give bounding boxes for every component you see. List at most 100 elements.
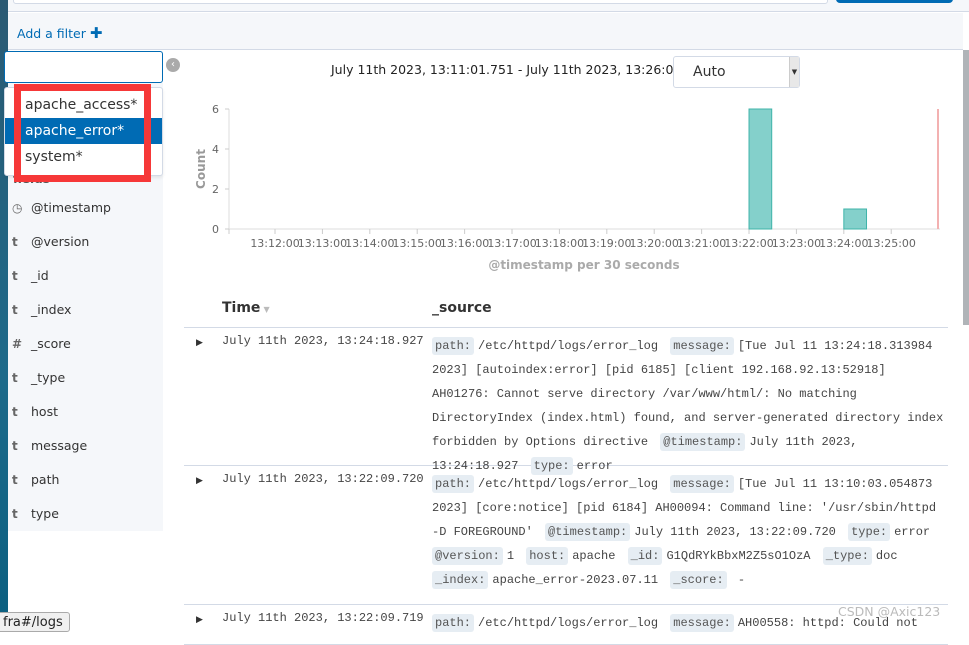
x-tick-label: 13:23:00 bbox=[772, 237, 821, 250]
histogram-chart[interactable]: 024613:12:0013:13:0013:14:0013:15:0013:1… bbox=[180, 95, 960, 275]
source-field-value: apache_error-2023.07.11 bbox=[492, 573, 659, 587]
field-name: host bbox=[31, 404, 58, 419]
field-name: _index bbox=[31, 302, 72, 317]
url-status-tooltip: fra#/logs bbox=[0, 612, 70, 632]
field-name: @version bbox=[31, 234, 90, 249]
index-option-system[interactable]: system* bbox=[5, 144, 162, 170]
field-type-string-icon: t bbox=[12, 405, 18, 419]
x-tick-label: 13:25:00 bbox=[867, 237, 916, 250]
source-field-key: type: bbox=[848, 523, 891, 541]
source-field-value: 1 bbox=[506, 549, 515, 563]
field-name: _type bbox=[31, 370, 66, 385]
interval-select[interactable]: Auto ▼ bbox=[673, 56, 800, 88]
source-field-value: - bbox=[730, 573, 746, 587]
add-filter-label: Add a filter bbox=[17, 26, 86, 41]
field-type-string-icon: t bbox=[12, 439, 18, 453]
field-name: path bbox=[31, 472, 60, 487]
field-item[interactable]: t host bbox=[12, 402, 58, 422]
source-field-key: message: bbox=[670, 614, 734, 632]
x-tick-label: 13:16:00 bbox=[440, 237, 489, 250]
field-item[interactable]: t path bbox=[12, 470, 59, 490]
row-time: July 11th 2023, 13:22:09.720 bbox=[222, 472, 424, 486]
index-option-apache-error[interactable]: apache_error* bbox=[5, 118, 162, 144]
field-item[interactable]: t _index bbox=[12, 300, 71, 320]
source-field-key: path: bbox=[432, 337, 475, 355]
index-pattern-dropdown: apache_access* apache_error* system* bbox=[4, 87, 163, 176]
source-field-value: error bbox=[894, 525, 931, 539]
x-tick-label: 13:21:00 bbox=[677, 237, 726, 250]
add-filter-link[interactable]: Add a filter ✚ bbox=[17, 24, 102, 42]
field-type-number-icon: # bbox=[12, 337, 23, 351]
source-field-value: apache bbox=[572, 549, 616, 563]
time-header-label: Time bbox=[222, 300, 261, 316]
source-field-key: path: bbox=[432, 614, 475, 632]
histogram-bar bbox=[748, 108, 773, 230]
expand-caret-icon[interactable]: ▶ bbox=[196, 615, 203, 625]
field-type-string-icon: t bbox=[12, 303, 18, 317]
x-tick-label: 13:19:00 bbox=[582, 237, 631, 250]
x-tick-label: 13:12:00 bbox=[250, 237, 299, 250]
field-item[interactable]: t type bbox=[12, 504, 59, 524]
watermark: CSDN @Axic123 bbox=[838, 604, 941, 619]
scrollbar[interactable] bbox=[963, 50, 969, 325]
field-item[interactable]: ◷ @timestamp bbox=[12, 198, 111, 218]
source-field-value: July 11th 2023, 13:22:09.720 bbox=[634, 525, 836, 539]
field-item[interactable]: t message bbox=[12, 436, 87, 456]
table-header: Time ▼ _source bbox=[184, 295, 948, 328]
source-field-key: path: bbox=[432, 475, 475, 493]
plus-icon: ✚ bbox=[89, 24, 103, 42]
field-name: _id bbox=[31, 268, 49, 283]
time-column-header[interactable]: Time ▼ bbox=[222, 300, 270, 316]
row-source: path:/etc/httpd/logs/error_log message:[… bbox=[432, 334, 947, 478]
source-field-key: message: bbox=[670, 475, 734, 493]
source-field-key: @timestamp: bbox=[660, 433, 746, 451]
field-type-string-icon: t bbox=[12, 473, 18, 487]
sort-down-icon[interactable]: ▼ bbox=[263, 305, 269, 314]
field-type-string-icon: t bbox=[12, 269, 18, 283]
field-item[interactable]: t _id bbox=[12, 266, 49, 286]
search-button[interactable] bbox=[836, 0, 953, 3]
x-tick-label: 13:18:00 bbox=[535, 237, 584, 250]
source-field-key: _type: bbox=[822, 547, 872, 565]
query-input[interactable] bbox=[13, 0, 828, 4]
field-type-string-icon: t bbox=[12, 507, 18, 521]
source-field-key: @version: bbox=[432, 547, 503, 565]
x-tick-label: 13:24:00 bbox=[819, 237, 868, 250]
table-row[interactable]: ▶ July 11th 2023, 13:22:09.720 path:/etc/h… bbox=[184, 466, 948, 605]
y-tick-label: 6 bbox=[212, 103, 219, 116]
field-item[interactable]: t _type bbox=[12, 368, 65, 388]
field-name: @timestamp bbox=[31, 200, 111, 215]
source-field-value: G1QdRYkBbxM2Z5sO1OzA bbox=[666, 549, 811, 563]
row-source: path:/etc/httpd/logs/error_log message:[… bbox=[432, 472, 947, 592]
source-field-key: @timestamp: bbox=[545, 523, 631, 541]
source-field-value: /etc/httpd/logs/error_log bbox=[478, 339, 659, 353]
source-field-key: _score: bbox=[670, 571, 727, 589]
expand-caret-icon[interactable]: ▶ bbox=[196, 476, 203, 486]
field-item[interactable]: t @version bbox=[12, 232, 89, 252]
x-tick-label: 13:14:00 bbox=[345, 237, 394, 250]
y-axis-title: Count bbox=[194, 149, 208, 189]
interval-value: Auto bbox=[693, 64, 726, 80]
index-option-apache-access[interactable]: apache_access* bbox=[5, 92, 162, 118]
field-name: type bbox=[31, 506, 59, 521]
collapse-sidebar-icon[interactable]: ‹ bbox=[166, 58, 180, 72]
table-row[interactable]: ▶ July 11th 2023, 13:24:18.927 path:/etc/h… bbox=[184, 328, 948, 475]
histogram-bar bbox=[843, 208, 868, 230]
source-field-key: message: bbox=[670, 337, 734, 355]
y-tick-label: 4 bbox=[212, 143, 219, 156]
field-type-string-icon: t bbox=[12, 235, 18, 249]
field-item[interactable]: # _score bbox=[12, 334, 71, 354]
field-name: _score bbox=[31, 336, 71, 351]
source-field-key: host: bbox=[526, 547, 569, 565]
y-tick-label: 2 bbox=[212, 183, 219, 196]
expand-caret-icon[interactable]: ▶ bbox=[196, 338, 203, 348]
table-row[interactable]: ▶ July 11th 2023, 13:22:09.719 path:/etc/h… bbox=[184, 605, 948, 645]
field-type-string-icon: t bbox=[12, 371, 18, 385]
caret-down-icon: ▼ bbox=[789, 57, 799, 87]
x-tick-label: 13:15:00 bbox=[393, 237, 442, 250]
x-tick-label: 13:22:00 bbox=[724, 237, 773, 250]
source-field-key: _id: bbox=[627, 547, 663, 565]
row-time: July 11th 2023, 13:24:18.927 bbox=[222, 334, 424, 348]
index-pattern-search-input[interactable] bbox=[4, 51, 163, 83]
y-tick-label: 0 bbox=[212, 223, 219, 236]
